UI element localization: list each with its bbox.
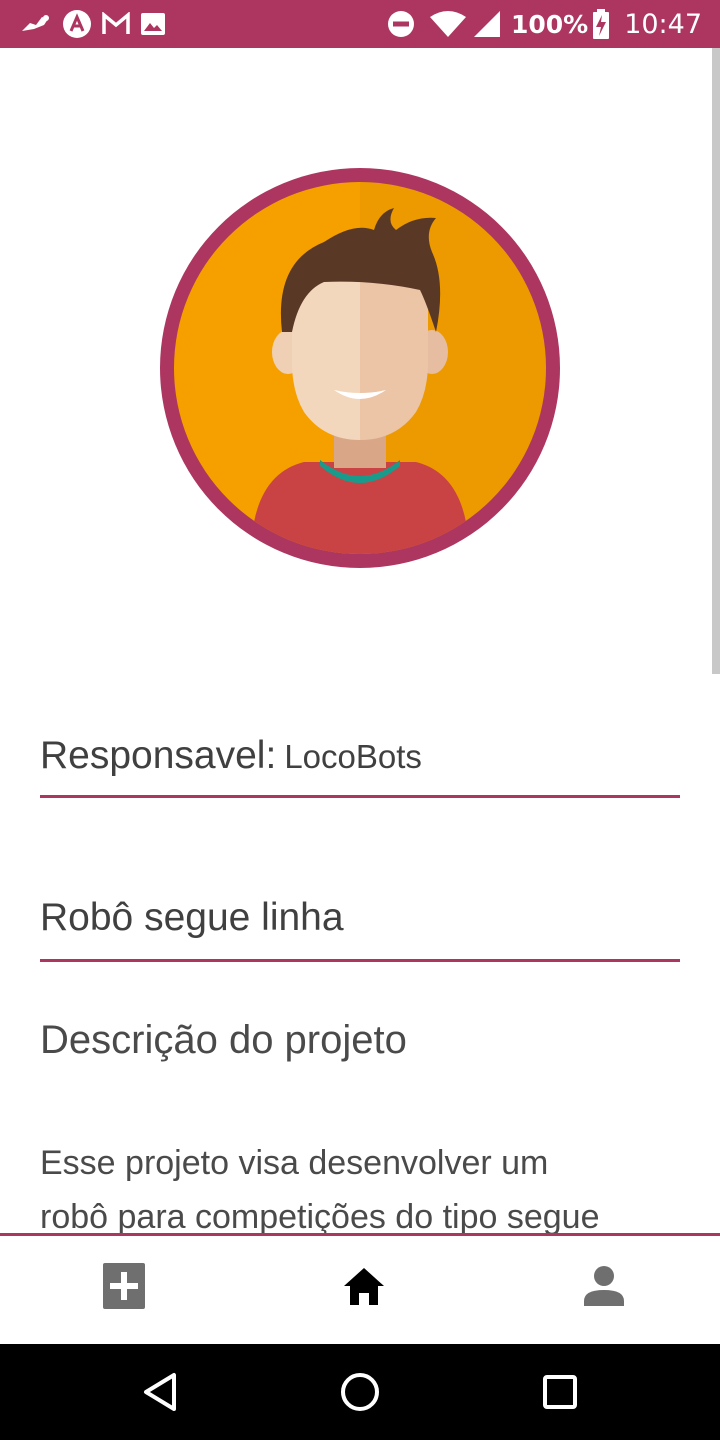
battery-charging-icon [592,9,610,39]
description-text: Esse projeto visa desenvolver um robô pa… [40,1136,660,1234]
signal-icon [473,10,501,38]
home-icon [344,1268,384,1305]
avatar-illustration [174,182,546,554]
home-circle-icon [341,1373,379,1411]
battery-percentage: 100% [510,9,589,39]
system-recents-button[interactable] [536,1368,584,1416]
status-right-icons: 100% 10:47 [387,8,702,40]
person-icon [584,1266,624,1306]
do-not-disturb-icon [387,10,415,38]
description-heading: Descrição do projeto [40,1018,407,1062]
system-navigation-bar [0,1344,720,1440]
responsavel-label: Responsavel: [40,734,277,777]
user-avatar [160,168,560,568]
responsavel-value: LocoBots [284,738,422,775]
project-title: Robô segue linha [40,896,344,939]
app-notification-icon [20,13,52,35]
gmail-icon [102,12,130,36]
status-left-icons [20,8,166,40]
status-bar: 100% 10:47 [0,0,720,48]
person-avatar-icon [174,182,546,554]
wifi-icon [429,10,467,38]
responsavel-field: Responsavel: LocoBots [40,734,680,798]
back-triangle-icon [144,1373,176,1411]
add-icon [103,1263,145,1309]
project-detail-content[interactable]: Responsavel: LocoBots Robô segue linha De… [0,48,720,1234]
clock: 10:47 [624,8,702,40]
recents-square-icon [543,1375,577,1409]
description-line: Esse projeto visa desenvolver um [40,1144,549,1182]
tennis-icon [62,9,92,39]
project-title-field: Robô segue linha [40,896,680,962]
scrollbar[interactable] [712,48,720,674]
system-home-button[interactable] [336,1368,384,1416]
nav-profile-button[interactable] [576,1258,632,1314]
nav-home-button[interactable] [336,1258,392,1314]
bottom-navigation [0,1233,720,1344]
description-line: robô para competições do tipo segue [40,1198,600,1234]
image-icon [140,12,166,36]
system-back-button[interactable] [136,1368,184,1416]
nav-add-button[interactable] [96,1258,152,1314]
